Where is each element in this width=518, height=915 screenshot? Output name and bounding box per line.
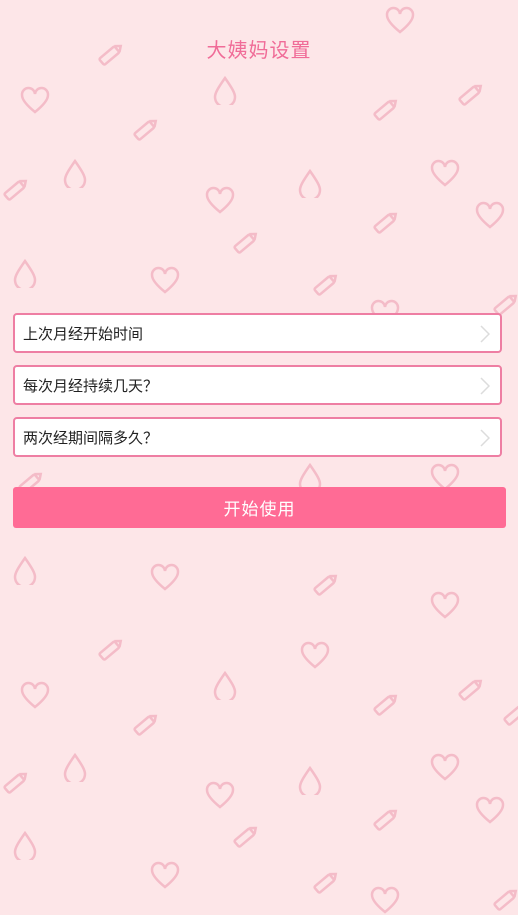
drop-icon: [63, 752, 87, 782]
heart-icon: [150, 861, 180, 889]
drop-icon: [13, 555, 37, 585]
pencil-icon: [233, 232, 258, 254]
pencil-icon: [3, 772, 28, 794]
heart-icon: [20, 86, 50, 114]
heart-icon: [20, 681, 50, 709]
chevron-right-icon: [480, 429, 490, 447]
pencil-icon: [373, 694, 398, 716]
heart-icon: [300, 641, 330, 669]
drop-icon: [298, 765, 322, 795]
drop-icon: [63, 158, 87, 188]
pencil-icon: [98, 639, 123, 661]
heart-icon: [430, 159, 460, 187]
heart-icon: [475, 796, 505, 824]
heart-icon: [430, 591, 460, 619]
drop-icon: [13, 830, 37, 860]
pencil-icon: [373, 809, 398, 831]
heart-icon: [385, 6, 415, 34]
pencil-icon: [313, 574, 338, 596]
pencil-icon: [458, 84, 483, 106]
heart-icon: [205, 781, 235, 809]
last-period-start-row[interactable]: 上次月经开始时间: [13, 313, 502, 353]
pencil-icon: [493, 889, 518, 911]
pencil-icon: [3, 179, 28, 201]
drop-icon: [213, 75, 237, 105]
chevron-right-icon: [480, 377, 490, 395]
heart-icon: [370, 886, 400, 914]
pencil-icon: [233, 826, 258, 848]
period-duration-label: 每次月经持续几天？: [23, 376, 159, 395]
pencil-icon: [503, 705, 518, 726]
drop-icon: [213, 670, 237, 700]
period-duration-row[interactable]: 每次月经持续几天？: [13, 365, 502, 405]
heart-icon: [150, 563, 180, 591]
last-period-start-label: 上次月经开始时间: [23, 324, 144, 343]
pencil-icon: [458, 679, 483, 701]
pencil-icon: [133, 119, 158, 141]
drop-icon: [13, 258, 37, 288]
pencil-icon: [133, 714, 158, 736]
heart-icon: [205, 186, 235, 214]
pencil-icon: [313, 872, 338, 894]
heart-icon: [475, 201, 505, 229]
cycle-interval-label: 两次经期间隔多久？: [23, 428, 159, 447]
cycle-interval-row[interactable]: 两次经期间隔多久？: [13, 417, 502, 457]
chevron-right-icon: [480, 325, 490, 343]
pencil-icon: [373, 99, 398, 121]
pencil-icon: [313, 274, 338, 296]
heart-icon: [150, 266, 180, 294]
drop-icon: [298, 168, 322, 198]
start-button[interactable]: 开始使用: [13, 487, 506, 528]
page-title: 大姨妈设置: [206, 38, 312, 62]
pencil-icon: [373, 212, 398, 234]
heart-icon: [430, 753, 460, 781]
